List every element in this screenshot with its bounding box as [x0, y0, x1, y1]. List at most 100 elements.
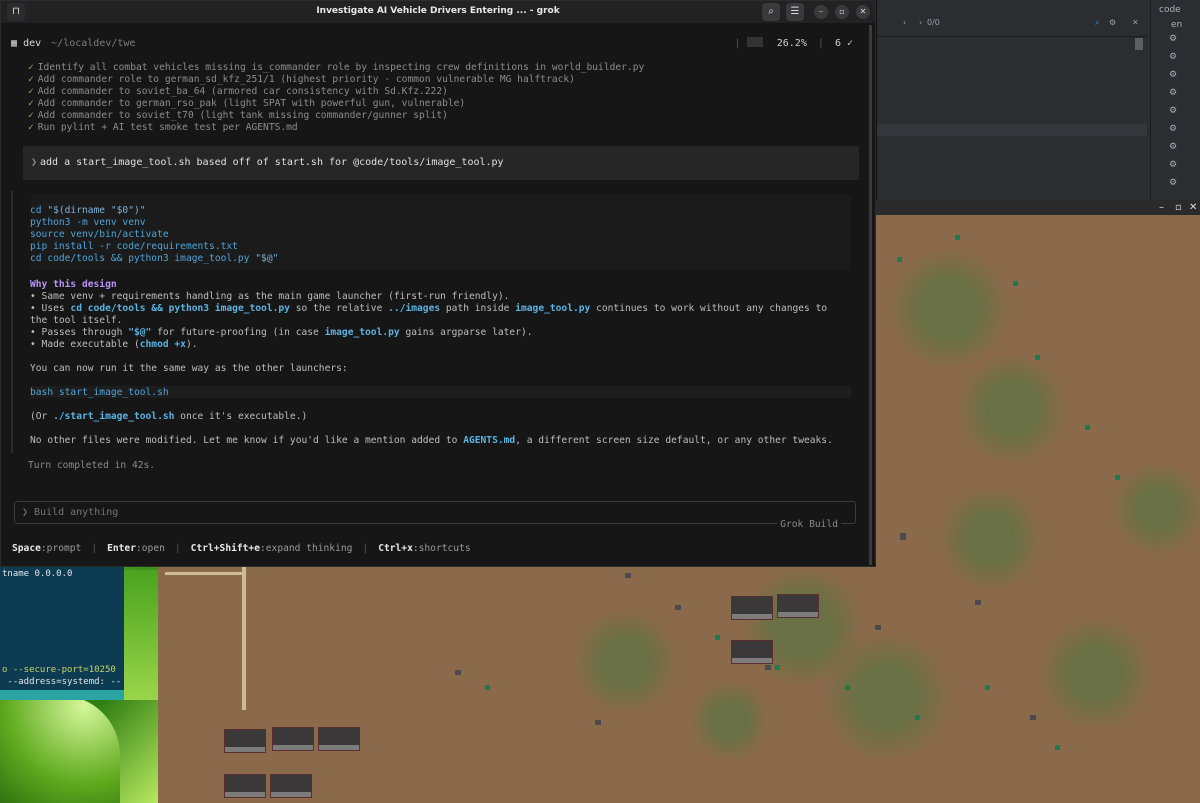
- brand-label: Grok Build: [777, 519, 841, 530]
- vehicle-marker[interactable]: [897, 257, 902, 262]
- turn-status: Turn completed in 42s.: [28, 460, 156, 471]
- bullet-item: • Same venv + requirements handling as t…: [30, 291, 510, 302]
- shortcut-bar: Space:prompt | Enter:open | Ctrl+Shift+e:exp…: [12, 543, 471, 554]
- check-icon: ✓: [28, 86, 34, 97]
- rock: [455, 670, 461, 675]
- vehicle-marker[interactable]: [1115, 475, 1120, 480]
- wallpaper-shape: [122, 570, 158, 700]
- hamburger-icon[interactable]: ☰: [786, 3, 804, 21]
- building: [778, 595, 818, 617]
- vehicle-marker[interactable]: [985, 685, 990, 690]
- chat-input-box[interactable]: ❯: [14, 501, 856, 524]
- bullet-item: • Made executable (chmod +x).: [30, 339, 198, 350]
- minimize-icon[interactable]: –: [814, 5, 828, 19]
- settings-icon[interactable]: ⚙: [1109, 18, 1116, 27]
- minimize-icon[interactable]: –: [1159, 202, 1164, 213]
- check-icon: ✓: [28, 62, 34, 73]
- response-text: You can now run it the same way as the o…: [30, 363, 348, 374]
- vehicle-marker[interactable]: [485, 685, 490, 690]
- shortcut-key[interactable]: Space: [12, 543, 41, 554]
- file-icon: ⚙: [1169, 52, 1178, 62]
- file-icon: ⚙: [1169, 124, 1178, 134]
- check-icon: ✓: [28, 74, 34, 85]
- tree-child-label[interactable]: en: [1171, 20, 1182, 30]
- vehicle-marker[interactable]: [955, 235, 960, 240]
- road: [165, 572, 243, 575]
- todo-item: ✓ Add commander to soviet_t70 (light tank…: [28, 110, 448, 121]
- find-bar: ‹ › 0/0 ⌕ ⚙ ✕: [877, 12, 1147, 34]
- shortcut-key[interactable]: Enter: [107, 543, 136, 554]
- section-heading: Why this design: [30, 279, 117, 290]
- todo-item: ✓ Run pylint + AI test smoke test per AGE…: [28, 122, 298, 133]
- rock: [975, 600, 981, 605]
- shortcut-key[interactable]: Ctrl+Shift+e: [191, 543, 260, 554]
- terminal-status-bar: [0, 690, 124, 700]
- search-icon[interactable]: ⌕: [1095, 18, 1099, 28]
- input-caret-icon: ❯: [22, 507, 29, 518]
- folder-icon: ▦: [11, 38, 18, 49]
- bullet-continuation: the tool itself.: [30, 315, 123, 326]
- file-icon: ⚙: [1169, 160, 1178, 170]
- bullet-item: • Passes through "$@" for future-proofin…: [30, 327, 533, 338]
- check-icon: ✓: [28, 98, 34, 109]
- chat-input[interactable]: [34, 507, 734, 518]
- background-terminal[interactable]: tname 0.0.0.0 o --secure-port=10250 --ad…: [0, 565, 124, 700]
- project-tree: code en ⚙ ⚙ ⚙ ⚙ ⚙ ⚙ ⚙ ⚙ ⚙: [1150, 0, 1200, 200]
- terminal-line: o --secure-port=10250: [2, 665, 116, 675]
- user-prompt-text: add a start_image_tool.sh based off of s…: [40, 157, 504, 168]
- check-icon: ✓: [28, 122, 34, 133]
- rock: [875, 625, 881, 630]
- shortcut-action: open: [141, 543, 165, 554]
- search-icon[interactable]: ⌕: [762, 3, 780, 21]
- vehicle-marker[interactable]: [1035, 355, 1040, 360]
- close-icon[interactable]: ✕: [1189, 202, 1197, 213]
- terminal-line: tname 0.0.0.0: [2, 569, 73, 579]
- shortcut-action: prompt: [46, 543, 82, 554]
- current-line-highlight: [877, 124, 1147, 136]
- close-icon[interactable]: ✕: [1132, 18, 1139, 27]
- shortcut-key[interactable]: Ctrl+x: [378, 543, 413, 554]
- next-match-icon[interactable]: ›: [919, 18, 922, 27]
- rock: [765, 665, 771, 670]
- vehicle-marker[interactable]: [1013, 281, 1018, 286]
- building: [732, 641, 772, 663]
- todo-item: ✓ Add commander to soviet_ba_64 (armored …: [28, 86, 448, 97]
- vehicle-marker[interactable]: [1085, 425, 1090, 430]
- building: [319, 728, 359, 750]
- session-name: dev: [23, 38, 42, 49]
- session-stats: | 26.2% | 6 ✓: [734, 37, 853, 49]
- road: [242, 560, 246, 710]
- file-icon: ⚙: [1169, 34, 1178, 44]
- building: [271, 775, 311, 797]
- file-icon: ⚙: [1169, 88, 1178, 98]
- prev-match-icon[interactable]: ‹: [903, 18, 906, 27]
- wallpaper-shape: [0, 695, 120, 803]
- todo-item: ✓ Add commander to german_rso_pak (light …: [28, 98, 466, 109]
- vehicle-marker[interactable]: [715, 635, 720, 640]
- check-icon: ✓: [28, 110, 34, 121]
- context-percent: 26.2%: [776, 38, 807, 49]
- vehicle-marker[interactable]: [915, 715, 920, 720]
- close-icon[interactable]: ✕: [856, 5, 870, 19]
- rock: [675, 605, 681, 610]
- user-prompt[interactable]: ❯ add a start_image_tool.sh based off of…: [23, 146, 859, 180]
- vehicle-marker[interactable]: [775, 665, 780, 670]
- vehicle-marker[interactable]: [845, 685, 850, 690]
- ide-window: ‹ › 0/0 ⌕ ⚙ ✕ code en ⚙ ⚙ ⚙ ⚙ ⚙ ⚙ ⚙ ⚙ ⚙: [876, 0, 1200, 200]
- titlebar: ⊓ Investigate AI Vehicle Drivers Enterin…: [1, 1, 875, 23]
- vehicle-marker[interactable]: [1055, 745, 1060, 750]
- response-text: No other files were modified. Let me kno…: [30, 435, 833, 446]
- maximize-icon[interactable]: ▫: [835, 5, 849, 19]
- rock: [1030, 715, 1036, 720]
- maximize-icon[interactable]: ▫: [1175, 202, 1182, 213]
- file-icon: ⚙: [1169, 106, 1178, 116]
- shortcut-action: shortcuts: [418, 543, 471, 554]
- divider: [877, 36, 1147, 37]
- find-count: 0/0: [927, 18, 940, 27]
- scrollbar-thumb[interactable]: [1135, 38, 1143, 50]
- tree-root-label[interactable]: code: [1159, 5, 1181, 15]
- code-line: python3 -m venv venv: [30, 217, 146, 228]
- building: [732, 597, 772, 619]
- scrollbar[interactable]: [869, 25, 872, 565]
- file-icon: ⚙: [1169, 178, 1178, 188]
